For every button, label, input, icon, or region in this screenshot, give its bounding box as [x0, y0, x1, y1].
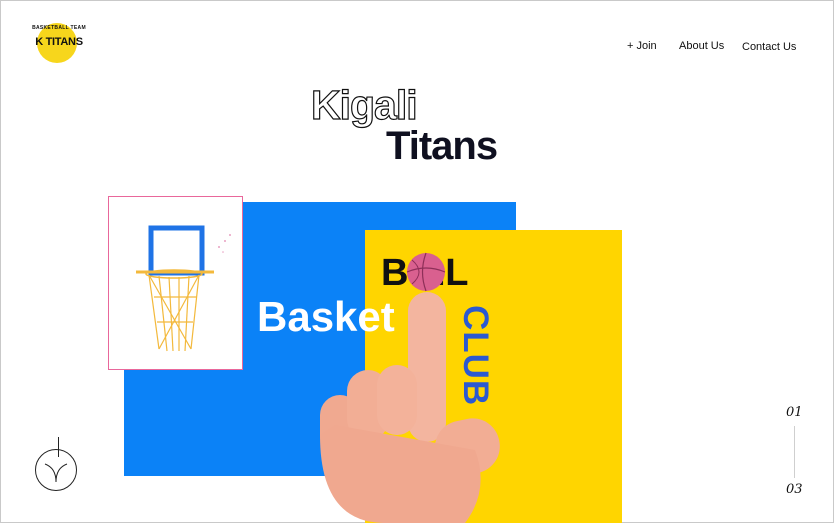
nav-contact-link[interactable]: Contact Us: [742, 41, 796, 53]
hand-with-basketball-illustration: [320, 252, 500, 523]
scroll-indicator-line: [58, 437, 59, 457]
scroll-down-button[interactable]: [35, 449, 77, 491]
hero-title-kigali: Kigali: [310, 81, 418, 128]
arrow-down-icon: [44, 463, 68, 483]
page-total[interactable]: 03: [786, 482, 803, 497]
page-current[interactable]: 01: [786, 405, 803, 420]
hero-title-titans: Titans: [386, 124, 498, 168]
nav-about-link[interactable]: About Us: [679, 40, 724, 52]
pagination-divider: [794, 426, 795, 478]
nav-join-link[interactable]: + Join: [627, 40, 657, 52]
team-logo[interactable]: BASKETBALL TEAM K TITANS: [28, 22, 90, 68]
basketball-hoop-icon: [136, 225, 231, 352]
logo-top-text: BASKETBALL TEAM: [32, 25, 86, 31]
logo-main-text: K TITANS: [35, 36, 83, 48]
hoop-card: [108, 196, 243, 370]
